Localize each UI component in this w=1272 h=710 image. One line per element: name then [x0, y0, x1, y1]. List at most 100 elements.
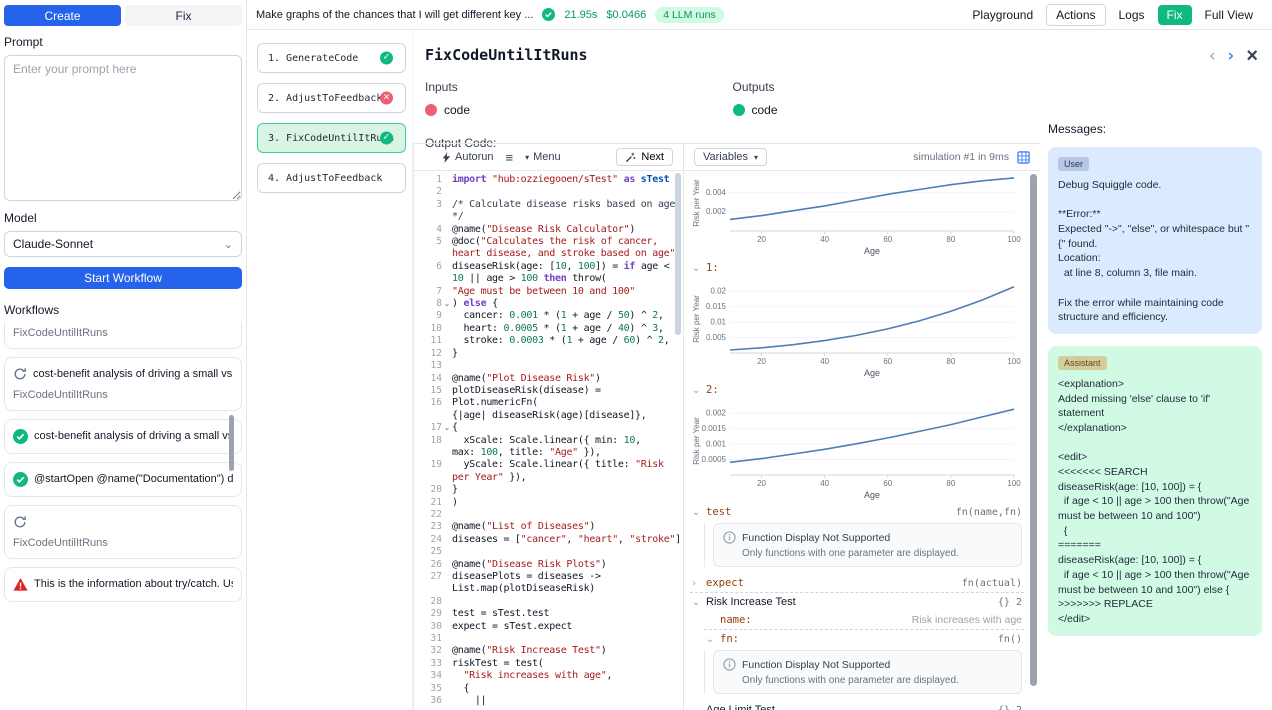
variable-name: name: — [720, 614, 752, 626]
code-line: List.map(plotDiseaseRisk) — [416, 583, 683, 595]
fold-slot — [442, 658, 452, 670]
chevron-down-icon[interactable]: ⌄ — [692, 597, 702, 608]
close-icon[interactable]: × — [1246, 46, 1258, 66]
token: "Age must be between 10 and 100" — [452, 286, 635, 297]
autorun-button[interactable]: Autorun — [442, 151, 494, 163]
workflow-list-inner: FixCodeUntilItRuns cost-benefit analysis … — [4, 322, 242, 606]
inputs-section: Inputs code — [425, 80, 733, 119]
chevron-right-icon[interactable]: › — [1228, 48, 1235, 65]
svg-text:0.004: 0.004 — [706, 188, 727, 197]
code-line: 22 — [416, 509, 683, 521]
variable-row[interactable]: name:Risk increases with age — [704, 611, 1024, 630]
variable-row[interactable]: ⌄testfn(name,fn) — [690, 503, 1024, 521]
nav-full-view-button[interactable]: Full View — [1196, 5, 1262, 25]
fold-slot — [442, 472, 452, 484]
svg-text:60: 60 — [883, 479, 892, 488]
svg-text:Risk per Year: Risk per Year — [692, 295, 701, 343]
token: ) ^ — [629, 310, 652, 321]
svg-text:40: 40 — [820, 235, 829, 244]
variables-list: 0.0020.00420406080100AgeRisk per Year⌄1:… — [690, 171, 1024, 710]
chevron-down-icon[interactable]: ⌄ — [692, 263, 702, 274]
format-menu-icon[interactable]: ≡ — [506, 150, 514, 165]
nav-actions-button[interactable]: Actions — [1046, 4, 1105, 26]
step-item[interactable]: 4. AdjustToFeedback — [257, 163, 406, 193]
chevron-down-icon[interactable]: ⌄ — [692, 705, 702, 710]
nav-playground-button[interactable]: Playground — [963, 5, 1042, 25]
token: "Risk increases with age" — [463, 670, 606, 681]
fix-mode-button[interactable]: Fix — [125, 5, 242, 26]
step-item[interactable]: 3. FixCodeUntilItRuns✓ — [257, 123, 406, 153]
code-pane[interactable]: 1import "hub:ozziegooen/sTest" as sTest2… — [414, 171, 684, 710]
variable-count-badge: {} 2 — [998, 705, 1022, 710]
token: 100 — [481, 447, 498, 458]
model-select[interactable]: Cla​ude-Sonnet ⌄ — [4, 231, 242, 257]
workflow-list-scrollbar[interactable] — [229, 415, 234, 471]
svg-text:100: 100 — [1007, 235, 1021, 244]
llm-runs-badge: 4 LLM runs — [655, 7, 724, 23]
chevron-right-icon[interactable]: › — [692, 578, 702, 589]
chevron-left-icon[interactable]: ‹ — [1209, 48, 1216, 65]
cost-stat: $0.0466 — [606, 9, 646, 21]
variables-scrollbar[interactable] — [1030, 174, 1037, 686]
code-scrollbar[interactable] — [675, 173, 681, 335]
workflow-item[interactable]: FixCodeUntilItRuns — [4, 505, 242, 559]
code-text: plotDiseaseRisk(disease) = — [452, 385, 601, 397]
line-number: 24 — [416, 534, 442, 546]
token: , — [635, 435, 641, 446]
step-item[interactable]: 2. AdjustToFeedback× — [257, 83, 406, 113]
chevron-down-icon[interactable]: ⌄ — [692, 507, 702, 518]
menu-button[interactable]: ▾ Menu — [525, 151, 561, 163]
success-icon — [13, 472, 28, 487]
start-workflow-button[interactable]: Start Workflow — [4, 267, 242, 289]
code-lines: 1import "hub:ozziegooen/sTest" as sTest2… — [416, 174, 683, 707]
grid-view-icon[interactable] — [1017, 151, 1030, 164]
token: { — [452, 683, 469, 694]
workflow-item[interactable]: This is the information about try/catch.… — [4, 567, 242, 602]
token: "Risk — [635, 459, 664, 470]
svg-text:0.02: 0.02 — [710, 287, 726, 296]
output-code-chip[interactable]: code — [733, 103, 778, 117]
fold-slot — [442, 484, 452, 496]
code-line: 9 cancer: 0.001 * (1 + age / 50) ^ 2, — [416, 310, 683, 322]
info-title: Function Display Not Supported — [742, 532, 890, 544]
variable-row[interactable]: ⌄1: — [690, 259, 1024, 277]
variables-label: Variables — [703, 151, 748, 163]
variable-row[interactable]: ⌄fn:fn() — [704, 630, 1024, 648]
create-button[interactable]: Create — [4, 5, 121, 26]
next-button[interactable]: Next — [616, 148, 673, 166]
line-number: 21 — [416, 497, 442, 509]
token: , — [606, 670, 612, 681]
variable-row-right: {} 2 — [998, 705, 1022, 710]
variable-title-row[interactable]: ⌄Risk Increase Test{} 2 — [690, 593, 1024, 611]
nav-fix-button[interactable]: Fix — [1158, 5, 1192, 25]
workflow-item[interactable]: cost-benefit analysis of driving a small… — [4, 357, 242, 411]
nav-logs-button[interactable]: Logs — [1110, 5, 1154, 25]
line-number: 8 — [416, 298, 442, 310]
code-text: @name("Risk Increase Test") — [452, 645, 606, 657]
variable-row[interactable]: ⌄2: — [690, 381, 1024, 399]
info-icon — [723, 658, 736, 671]
code-line: 24diseases = ["cancer", "heart", "stroke… — [416, 534, 683, 546]
chevron-down-icon[interactable]: ⌄ — [706, 634, 716, 645]
workflow-item[interactable]: FixCodeUntilItRuns — [4, 322, 242, 349]
workflow-item[interactable]: cost-benefit analysis of driving a small… — [4, 419, 242, 454]
token: else — [463, 298, 486, 309]
fold-slot — [442, 521, 452, 533]
token: ] — [675, 534, 681, 545]
fold-slot — [442, 645, 452, 657]
code-line: 11 stroke: 0.0003 * (1 + age / 60) ^ 2, — [416, 335, 683, 347]
token: 40 — [618, 323, 629, 334]
chart-container: 0.0020.00420406080100AgeRisk per Year — [690, 171, 1024, 259]
input-code-chip[interactable]: code — [425, 103, 470, 117]
token: * ( — [538, 310, 561, 321]
workflow-item[interactable]: @startOpen @name("Documentation") do... — [4, 462, 242, 497]
prompt-input[interactable] — [4, 55, 242, 201]
variable-row[interactable]: ›expectfn(actual) — [690, 574, 1024, 593]
chevron-down-icon[interactable]: ⌄ — [692, 385, 702, 396]
variable-title-row[interactable]: ⌄Age Limit Test{} 2 — [690, 701, 1024, 710]
step-item[interactable]: 1. GenerateCode✓ — [257, 43, 406, 73]
output-type-dot-icon — [733, 104, 745, 116]
code-line: 30expect = sTest.expect — [416, 621, 683, 633]
model-label: Model — [4, 211, 242, 225]
variables-dropdown[interactable]: Variables ▾ — [694, 148, 767, 166]
